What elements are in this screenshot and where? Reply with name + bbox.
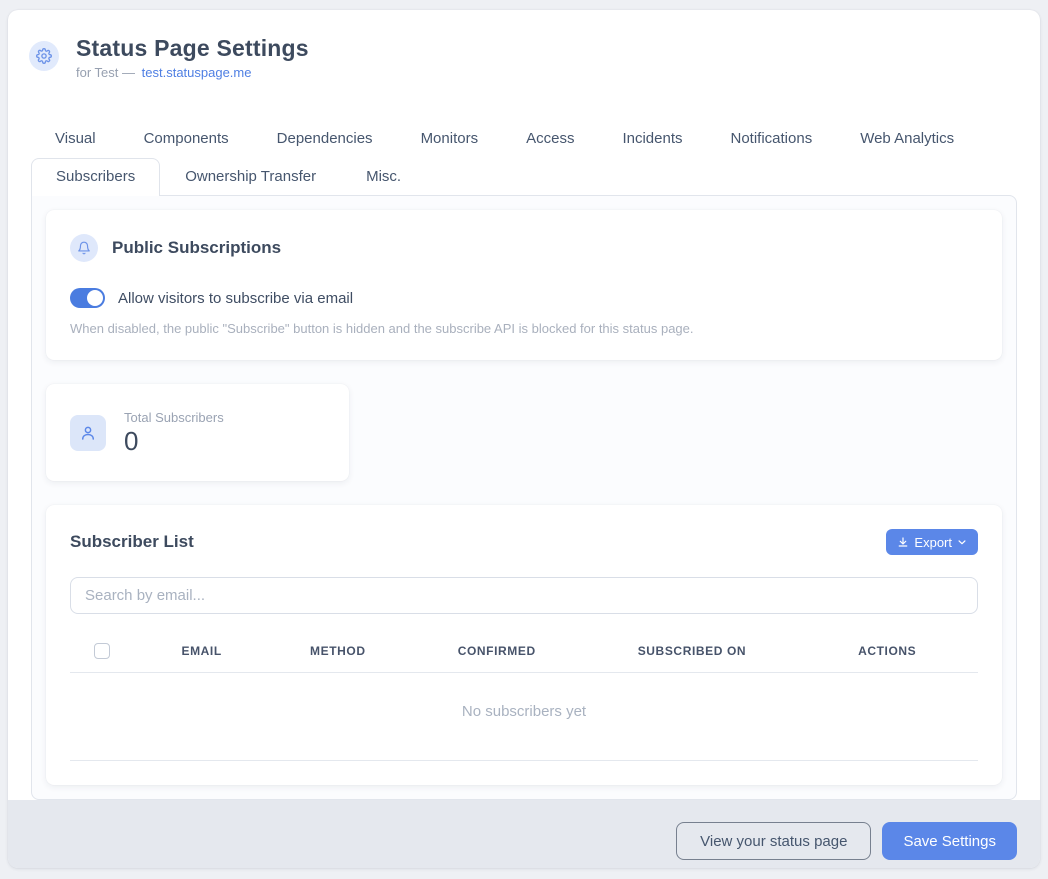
settings-footer: View your status page Save Settings	[8, 800, 1040, 868]
settings-body: Status Page Settings for Test — test.sta…	[8, 10, 1040, 800]
subscribers-panel: Public Subscriptions Allow visitors to s…	[31, 195, 1017, 800]
empty-state-row: No subscribers yet	[70, 673, 978, 761]
total-subscribers-card: Total Subscribers 0	[46, 384, 349, 481]
save-settings-button[interactable]: Save Settings	[882, 822, 1017, 860]
tab-ownership-transfer[interactable]: Ownership Transfer	[160, 158, 341, 195]
toggle-knob	[87, 290, 103, 306]
allow-subscribe-toggle[interactable]	[70, 288, 105, 308]
subscriber-list-heading: Subscriber List	[70, 532, 194, 552]
search-input[interactable]	[70, 577, 978, 614]
chevron-down-icon	[957, 537, 967, 547]
table-header-row: EMAIL METHOD CONFIRMED SUBSCRIBED ON ACT…	[70, 634, 978, 673]
status-page-link[interactable]: test.statuspage.me	[142, 65, 252, 80]
user-icon	[70, 415, 106, 451]
column-email: EMAIL	[134, 634, 270, 673]
tab-row-secondary: Subscribers Ownership Transfer Misc.	[8, 158, 1040, 195]
column-confirmed: CONFIRMED	[406, 634, 588, 673]
settings-window: Status Page Settings for Test — test.sta…	[8, 10, 1040, 868]
subtitle-prefix: for Test —	[76, 65, 135, 80]
total-subscribers-value: 0	[124, 427, 224, 455]
toggle-label: Allow visitors to subscribe via email	[118, 290, 353, 307]
tab-subscribers[interactable]: Subscribers	[31, 158, 160, 196]
view-status-page-button[interactable]: View your status page	[676, 822, 871, 860]
page-subtitle: for Test — test.statuspage.me	[76, 65, 309, 80]
subscriber-list-card: Subscriber List Export	[46, 505, 1002, 785]
tab-components[interactable]: Components	[120, 125, 253, 152]
public-subscriptions-heading: Public Subscriptions	[112, 238, 281, 258]
bell-icon	[70, 234, 98, 262]
export-button[interactable]: Export	[886, 529, 978, 555]
subscribe-toggle-row: Allow visitors to subscribe via email	[70, 288, 978, 308]
tab-access[interactable]: Access	[502, 125, 598, 152]
tab-web-analytics[interactable]: Web Analytics	[836, 125, 978, 152]
column-actions: ACTIONS	[796, 634, 978, 673]
tab-misc[interactable]: Misc.	[341, 158, 426, 195]
select-all-checkbox[interactable]	[94, 643, 110, 659]
subscribe-help-text: When disabled, the public "Subscribe" bu…	[70, 321, 978, 336]
tab-dependencies[interactable]: Dependencies	[253, 125, 397, 152]
tab-monitors[interactable]: Monitors	[397, 125, 503, 152]
total-subscribers-label: Total Subscribers	[124, 410, 224, 425]
page-background: Status Page Settings for Test — test.sta…	[0, 0, 1048, 879]
tab-row-primary: Visual Components Dependencies Monitors …	[8, 125, 1040, 152]
export-button-label: Export	[914, 535, 952, 550]
tab-visual[interactable]: Visual	[31, 125, 120, 152]
public-subscriptions-card: Public Subscriptions Allow visitors to s…	[46, 210, 1002, 360]
total-subscribers-text: Total Subscribers 0	[124, 410, 224, 455]
header-text: Status Page Settings for Test — test.sta…	[76, 33, 309, 80]
gear-icon	[29, 41, 59, 71]
download-icon	[897, 536, 909, 548]
public-subscriptions-header: Public Subscriptions	[70, 234, 978, 262]
tab-incidents[interactable]: Incidents	[598, 125, 706, 152]
column-method: METHOD	[270, 634, 406, 673]
subscribers-table: EMAIL METHOD CONFIRMED SUBSCRIBED ON ACT…	[70, 634, 978, 761]
column-subscribed-on: SUBSCRIBED ON	[588, 634, 797, 673]
tab-notifications[interactable]: Notifications	[707, 125, 837, 152]
page-title: Status Page Settings	[76, 33, 309, 63]
page-header: Status Page Settings for Test — test.sta…	[8, 10, 1040, 80]
empty-state-text: No subscribers yet	[70, 673, 978, 761]
subscriber-list-header: Subscriber List Export	[70, 529, 978, 555]
